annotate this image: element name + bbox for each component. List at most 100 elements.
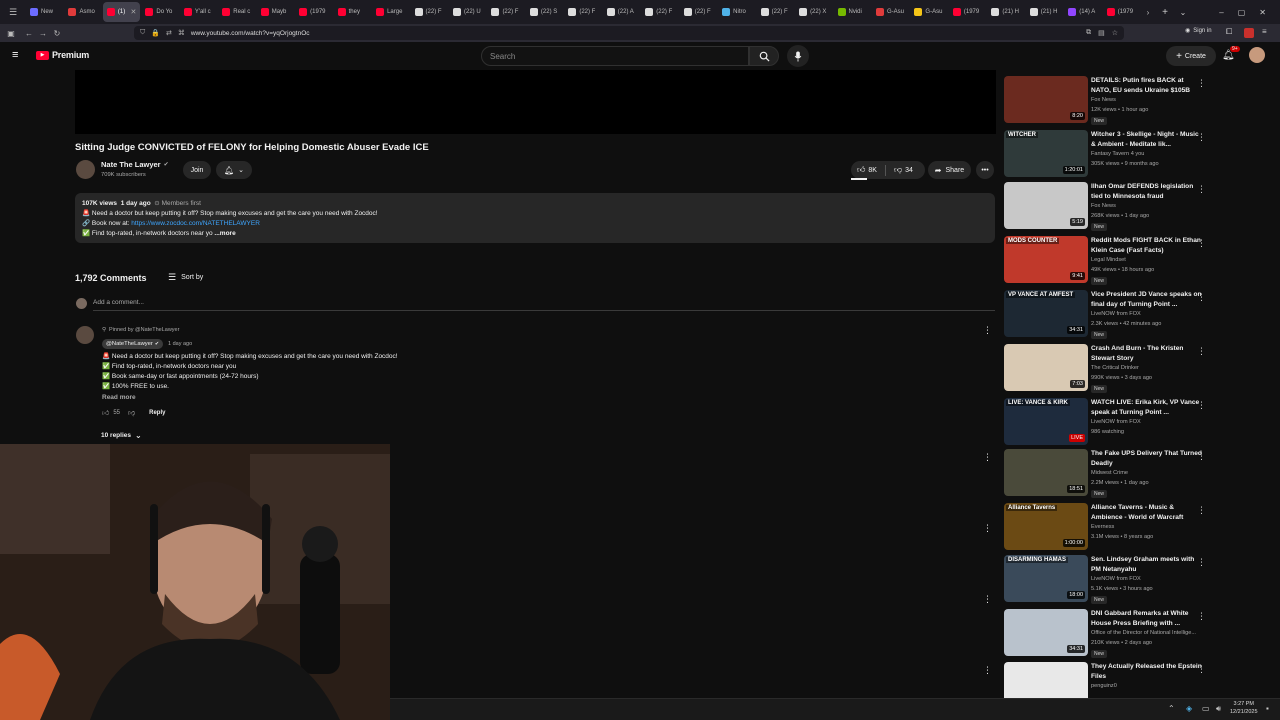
browser-tab[interactable]: New (26, 2, 63, 22)
comment-more-button[interactable]: ⋮ (983, 325, 992, 336)
sign-in-button[interactable]: ◉ Sign in (1185, 27, 1212, 35)
recommended-video[interactable]: 5:19 Ilhan Omar DEFENDS legislation tied … (1004, 182, 1209, 232)
recommended-video[interactable]: DISARMING HAMAS 18:00 Sen. Lindsey Graham … (1004, 555, 1209, 605)
browser-tab[interactable]: (22) F (564, 2, 601, 22)
lock-icon[interactable]: 🔒 (151, 29, 160, 37)
more-actions-button[interactable]: ••• (976, 161, 994, 179)
zocdoc-link[interactable]: https://www.zocdoc.com/NATETHELAWYER (131, 220, 260, 227)
taskbar-clock[interactable]: 3:27 PM 12/21/2025 (1230, 700, 1258, 716)
sort-button[interactable]: ☰ Sort by (168, 272, 203, 283)
url-bar[interactable]: ⛉ 🔒 ⇄ ⌘ www.youtube.com/watch?v=yqOrjogt… (134, 26, 1124, 40)
browser-tab[interactable]: Large (372, 2, 409, 22)
shield-icon[interactable]: ⛉ (140, 29, 145, 37)
tabs-scroll-icon[interactable]: › (1140, 8, 1156, 17)
hamburger-menu-icon[interactable]: ≡ (12, 49, 18, 61)
read-more-button[interactable]: Read more (102, 394, 136, 401)
search-button[interactable] (749, 46, 779, 66)
browser-tab[interactable]: Do Yo (141, 2, 178, 22)
share-button[interactable]: ➦ Share (928, 161, 971, 179)
comment-author-chip[interactable]: @NateTheLawyer ✔ (102, 339, 164, 349)
browser-tab[interactable]: G-Asu (910, 2, 947, 22)
browser-tab[interactable]: (22) F (641, 2, 678, 22)
browser-tab[interactable]: (1) ✕ (102, 2, 141, 22)
add-comment-input[interactable]: Add a comment... (93, 299, 144, 306)
browser-tab[interactable]: Nvidi (834, 2, 871, 22)
video-thumbnail[interactable]: 18:51 (1004, 449, 1088, 496)
speaker-icon[interactable]: 🔊︎ (1216, 704, 1221, 714)
back-button[interactable]: ← (22, 29, 36, 38)
video-thumbnail[interactable]: DISARMING HAMAS 18:00 (1004, 555, 1088, 602)
video-title[interactable]: DETAILS: Putin fires BACK at NATO, EU se… (1091, 76, 1203, 95)
video-more-button[interactable]: ⋮ (1197, 664, 1206, 675)
browser-tab[interactable]: (22) F (411, 2, 448, 22)
comment-more-button[interactable]: ⋮ (983, 594, 992, 605)
video-more-button[interactable]: ⋮ (1197, 78, 1206, 89)
video-more-button[interactable]: ⋮ (1197, 238, 1206, 249)
channel-name[interactable]: Legal Mindset (1091, 257, 1126, 263)
recommended-video[interactable]: VP VANCE AT AMFEST 34:31 Vice President JD… (1004, 290, 1209, 340)
reload-button[interactable]: ↻ (50, 29, 64, 38)
close-window-button[interactable]: ✕ (1259, 8, 1266, 17)
like-button[interactable]: 👍︎ 8K (857, 165, 877, 175)
video-thumbnail[interactable]: 8:20 (1004, 76, 1088, 123)
browser-tab[interactable]: Asmo (64, 2, 101, 22)
tab-list-icon[interactable]: ☰ (0, 7, 26, 18)
channel-avatar[interactable] (76, 160, 95, 179)
recommended-video[interactable]: Alliance Taverns 1:00:00 Alliance Taverns … (1004, 503, 1209, 553)
video-title[interactable]: Sen. Lindsey Graham meets with PM Netany… (1091, 555, 1203, 574)
join-button[interactable]: Join (183, 161, 211, 179)
browser-tab[interactable]: G-Asu (872, 2, 909, 22)
subscription-bell-button[interactable]: 🔔︎ ⌄ (216, 161, 252, 179)
browser-tab[interactable]: (22) F (487, 2, 524, 22)
video-more-button[interactable]: ⋮ (1197, 611, 1206, 622)
comment-more-button[interactable]: ⋮ (983, 523, 992, 534)
video-title[interactable]: Ilhan Omar DEFENDS legislation tied to M… (1091, 182, 1203, 201)
video-title[interactable]: The Fake UPS Delivery That Turned Deadly (1091, 449, 1203, 468)
browser-tab[interactable]: (21) H (1026, 2, 1063, 22)
video-more-button[interactable]: ⋮ (1197, 400, 1206, 411)
video-thumbnail[interactable]: LIVE: VANCE & KIRK LIVE (1004, 398, 1088, 445)
comment-more-button[interactable]: ⋮ (983, 452, 992, 463)
show-more-button[interactable]: ...more (214, 230, 235, 237)
extensions-icon[interactable]: ⧠ (1226, 27, 1232, 37)
browser-tab[interactable]: Y'all c (180, 2, 217, 22)
channel-name[interactable]: Fantasy Tavern 4 you (1091, 151, 1144, 157)
recommended-video[interactable]: LIVE: VANCE & KIRK LIVE WATCH LIVE: Erika … (1004, 398, 1209, 448)
browser-tab[interactable]: Real c (218, 2, 255, 22)
recommended-video[interactable]: 7:03 Crash And Burn - The Kristen Stewart… (1004, 344, 1209, 394)
video-title[interactable]: Crash And Burn - The Kristen Stewart Sto… (1091, 344, 1203, 363)
close-tab-icon[interactable]: ✕ (130, 8, 136, 16)
comment-more-button[interactable]: ⋮ (983, 665, 992, 676)
user-avatar[interactable] (1249, 47, 1265, 63)
video-title[interactable]: Witcher 3 - Skellige - Night - Music & A… (1091, 130, 1203, 149)
channel-name[interactable]: Everness (1091, 524, 1114, 530)
browser-tab[interactable]: (1979 (295, 2, 332, 22)
browser-tab[interactable]: (22) A (603, 2, 640, 22)
description-box[interactable]: 107K views 1 day ago ⊙ Members first 🚨 N… (75, 193, 995, 243)
recommended-video[interactable]: 8:20 DETAILS: Putin fires BACK at NATO, E… (1004, 76, 1209, 126)
network-icon[interactable]: ▭ (1202, 704, 1210, 713)
browser-tab[interactable]: (22) U (449, 2, 486, 22)
channel-name[interactable]: Fox News (1091, 97, 1116, 103)
video-more-button[interactable]: ⋮ (1197, 292, 1206, 303)
video-more-button[interactable]: ⋮ (1197, 451, 1206, 462)
thumbs-up-icon[interactable]: 👍︎ (102, 408, 109, 417)
channel-name[interactable]: Office of the Director of National Intel… (1091, 630, 1196, 636)
channel-name[interactable]: LiveNOW from FOX (1091, 311, 1141, 317)
video-thumbnail[interactable]: WITCHER 1:20:01 (1004, 130, 1088, 177)
video-thumbnail[interactable]: MODS COUNTER 9:41 (1004, 236, 1088, 283)
video-more-button[interactable]: ⋮ (1197, 346, 1206, 357)
notification-center-icon[interactable]: ▪ (1266, 704, 1269, 713)
view-replies-button[interactable]: 10 replies ⌄ (101, 431, 142, 440)
video-player[interactable] (75, 70, 996, 134)
browser-tab[interactable]: (21) H (987, 2, 1024, 22)
youtube-logo[interactable]: ▶ Premium (36, 50, 89, 60)
video-thumbnail[interactable]: 7:03 (1004, 344, 1088, 391)
pip-icon[interactable]: ⧉ (1086, 29, 1091, 37)
browser-tab[interactable]: (22) F (680, 2, 717, 22)
tray-app-icon[interactable]: ◈ (1186, 704, 1192, 713)
sidebar-toggle-icon[interactable]: ▣ (4, 29, 18, 38)
channel-name[interactable]: Fox News (1091, 203, 1116, 209)
browser-tab[interactable]: (14) A (1064, 2, 1101, 22)
browser-tab[interactable]: (1979 (949, 2, 986, 22)
